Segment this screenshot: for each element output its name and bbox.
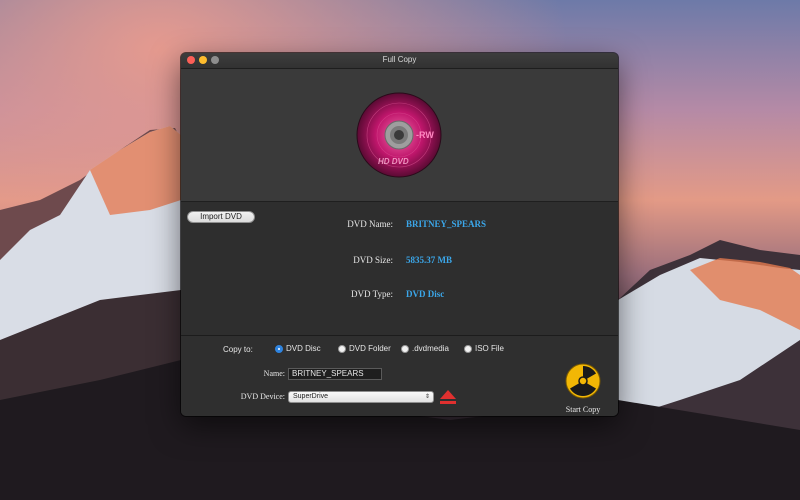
dvd-type-label: DVD Type:	[351, 289, 393, 299]
dvd-name-label: DVD Name:	[347, 219, 393, 229]
import-dvd-button[interactable]: Import DVD	[187, 211, 255, 223]
dvd-size-label: DVD Size:	[353, 255, 393, 265]
dvd-info-panel: Import DVD DVD Name: BRITNEY_SPEARS DVD …	[181, 202, 618, 336]
name-input[interactable]	[288, 368, 382, 380]
eject-icon[interactable]	[439, 389, 457, 405]
start-copy-label: Start Copy	[565, 405, 601, 414]
dvd-device-label: DVD Device:	[240, 392, 285, 401]
disc-preview-panel: -RW HD DVD	[181, 69, 618, 202]
svg-text:-RW: -RW	[416, 130, 434, 140]
copy-to-label: Copy to:	[223, 345, 253, 354]
radio-dvd-folder[interactable]: DVD Folder	[338, 344, 391, 353]
dvd-name-value: BRITNEY_SPEARS	[406, 219, 487, 229]
radio-dvd-disc[interactable]: DVD Disc	[275, 344, 321, 353]
radio-dvdmedia[interactable]: .dvdmedia	[401, 344, 449, 353]
dvd-size-value: 5835.37 MB	[406, 255, 452, 265]
svg-text:HD DVD: HD DVD	[378, 157, 409, 166]
dvd-disc-icon: -RW HD DVD	[356, 92, 442, 178]
copy-settings-panel: Copy to: DVD Disc DVD Folder .dvdmedia I…	[181, 336, 618, 416]
start-copy-button[interactable]: Start Copy	[559, 363, 607, 414]
window-title: Full Copy	[382, 55, 417, 64]
dvd-device-select[interactable]: SuperDrive ⇕	[288, 391, 434, 403]
dvd-device-value: SuperDrive	[293, 393, 329, 400]
full-copy-window: Full Copy -RW HD DVD Import DVD DVD Name…	[181, 53, 618, 416]
name-label: Name:	[263, 369, 285, 378]
dvd-type-value: DVD Disc	[406, 289, 445, 299]
select-arrows-icon: ⇕	[424, 394, 430, 400]
radio-iso-file[interactable]: ISO File	[464, 344, 504, 353]
radiation-icon	[565, 363, 601, 399]
title-bar: Full Copy	[181, 53, 618, 69]
